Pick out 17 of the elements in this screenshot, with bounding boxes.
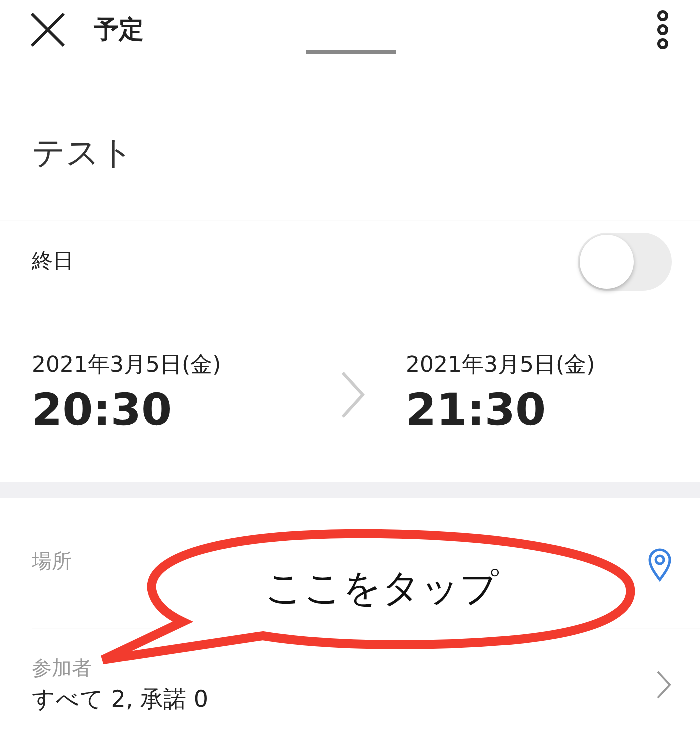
close-icon[interactable] — [30, 12, 66, 48]
chevron-right-icon — [340, 370, 366, 420]
all-day-toggle[interactable] — [578, 233, 672, 291]
end-time[interactable]: 21:30 — [406, 382, 596, 440]
screen-title: 予定 — [94, 14, 144, 46]
more-menu-icon[interactable] — [656, 10, 670, 50]
all-day-label: 終日 — [32, 248, 74, 276]
chevron-right-icon[interactable] — [656, 670, 672, 700]
attendees-label: 参加者 — [32, 655, 93, 682]
event-title[interactable]: テスト — [32, 133, 134, 172]
end-date[interactable]: 2021年3月5日(金) — [406, 349, 596, 382]
callout-text: ここをタップ — [265, 565, 499, 612]
drag-handle[interactable] — [306, 50, 396, 54]
start-time[interactable]: 20:30 — [32, 382, 332, 440]
start-date[interactable]: 2021年3月5日(金) — [32, 349, 332, 382]
location-pin-icon[interactable] — [648, 548, 672, 582]
attendees-summary[interactable]: すべて 2, 承諾 0 — [32, 683, 209, 718]
